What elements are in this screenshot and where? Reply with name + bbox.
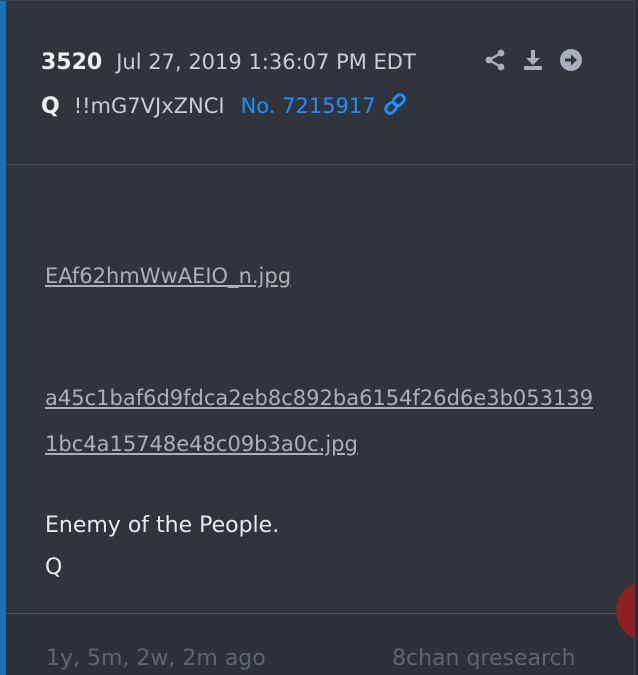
download-icon[interactable] <box>520 47 546 73</box>
attachment-link-2[interactable]: a45c1baf6d9fdca2eb8c892ba6154f26d6e3b053… <box>45 375 605 467</box>
post-link-label[interactable]: No. 7215917 <box>241 94 376 118</box>
attachment-link-1[interactable]: EAf62hmWwAEIO_n.jpg <box>45 253 291 299</box>
post-header: 3520 Jul 27, 2019 1:36:07 PM EDT Q !!mG7… <box>6 1 634 165</box>
post-tripcode: !!mG7VJxZNCI <box>73 94 225 118</box>
post-author: Q <box>41 93 60 119</box>
post-author-row: Q !!mG7VJxZNCI No. 7215917 <box>41 89 408 123</box>
post-actions <box>482 47 584 73</box>
post-meta-row: 3520 Jul 27, 2019 1:36:07 PM EDT <box>41 45 416 79</box>
message-line-2: Q <box>45 555 63 580</box>
share-icon[interactable] <box>482 47 508 73</box>
arrow-right-circle-icon[interactable] <box>558 47 584 73</box>
link-icon[interactable] <box>382 91 408 122</box>
post-number: 3520 <box>41 49 103 75</box>
footer-relative-time: 1y, 5m, 2w, 2m ago <box>46 646 266 671</box>
post-timestamp: Jul 27, 2019 1:36:07 PM EDT <box>116 50 416 74</box>
post-number-link[interactable]: No. 7215917 <box>241 91 408 122</box>
footer-source: 8chan qresearch <box>392 646 576 671</box>
post-message: Enemy of the People. Q <box>45 505 279 589</box>
post-footer: 1y, 5m, 2w, 2m ago 8chan qresearch <box>6 613 634 675</box>
message-line-1: Enemy of the People. <box>45 513 280 538</box>
post-card: 3520 Jul 27, 2019 1:36:07 PM EDT Q !!mG7… <box>0 0 635 675</box>
